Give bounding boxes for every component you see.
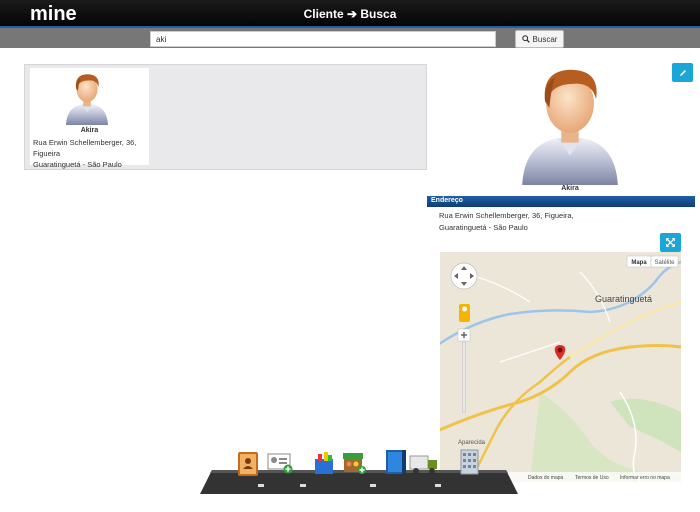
delivery-truck-icon[interactable] bbox=[409, 452, 439, 476]
client-address-line3: Guaratinguetá - São Paulo bbox=[33, 160, 122, 169]
address-section-header: Endereço bbox=[427, 196, 695, 207]
profile-avatar bbox=[522, 69, 618, 185]
map-type-mapa-label: Mapa bbox=[631, 260, 647, 266]
map-city-label: Guaratinguetá bbox=[595, 294, 652, 304]
zoom-slider bbox=[462, 341, 466, 413]
search-input[interactable] bbox=[150, 31, 496, 47]
avatar bbox=[65, 74, 109, 125]
products-bag-icon[interactable] bbox=[312, 450, 336, 476]
map-report-link: Informar erro no mapa bbox=[620, 475, 670, 481]
client-address: Rua Erwin Schellemberger, 36, Figueira G… bbox=[33, 137, 149, 170]
search-icon bbox=[521, 35, 530, 43]
client-card[interactable]: Akira Rua Erwin Schellemberger, 36, Figu… bbox=[30, 68, 149, 169]
catalog-box-icon[interactable] bbox=[384, 448, 408, 476]
profile-name: Akira bbox=[561, 185, 579, 192]
pencil-icon bbox=[679, 69, 686, 76]
page-title: Cliente ➔ Busca bbox=[303, 7, 397, 21]
contacts-book-icon[interactable] bbox=[236, 451, 260, 477]
expand-map-button[interactable] bbox=[660, 233, 681, 252]
map-town-label: Aparecida bbox=[458, 440, 486, 446]
results-panel: Akira Rua Erwin Schellemberger, 36, Figu… bbox=[24, 64, 427, 170]
building-icon[interactable] bbox=[458, 448, 482, 476]
profile-address-line2: Guaratinguetá - São Paulo bbox=[439, 223, 528, 232]
expand-icon bbox=[666, 238, 675, 247]
add-client-card-icon[interactable] bbox=[267, 452, 294, 474]
profile-address-line1: Rua Erwin Schellemberger, 36, Figueira, bbox=[439, 211, 574, 220]
search-button[interactable]: Buscar bbox=[515, 30, 564, 48]
client-name: Akira bbox=[80, 127, 99, 134]
client-address-line2: Figueira bbox=[33, 149, 61, 158]
search-button-label: Buscar bbox=[532, 34, 558, 44]
client-address-line1: Rua Erwin Schellemberger, 36, bbox=[33, 138, 137, 147]
market-stall-icon[interactable] bbox=[341, 450, 366, 476]
edit-button[interactable] bbox=[672, 63, 693, 82]
map-data-link: Dados do mapa bbox=[528, 475, 564, 481]
top-bar: mine Cliente ➔ Busca bbox=[0, 0, 700, 28]
map-type-satellite-label: Satélite bbox=[654, 260, 675, 266]
map-terms-link: Termos de Uso bbox=[575, 475, 609, 481]
